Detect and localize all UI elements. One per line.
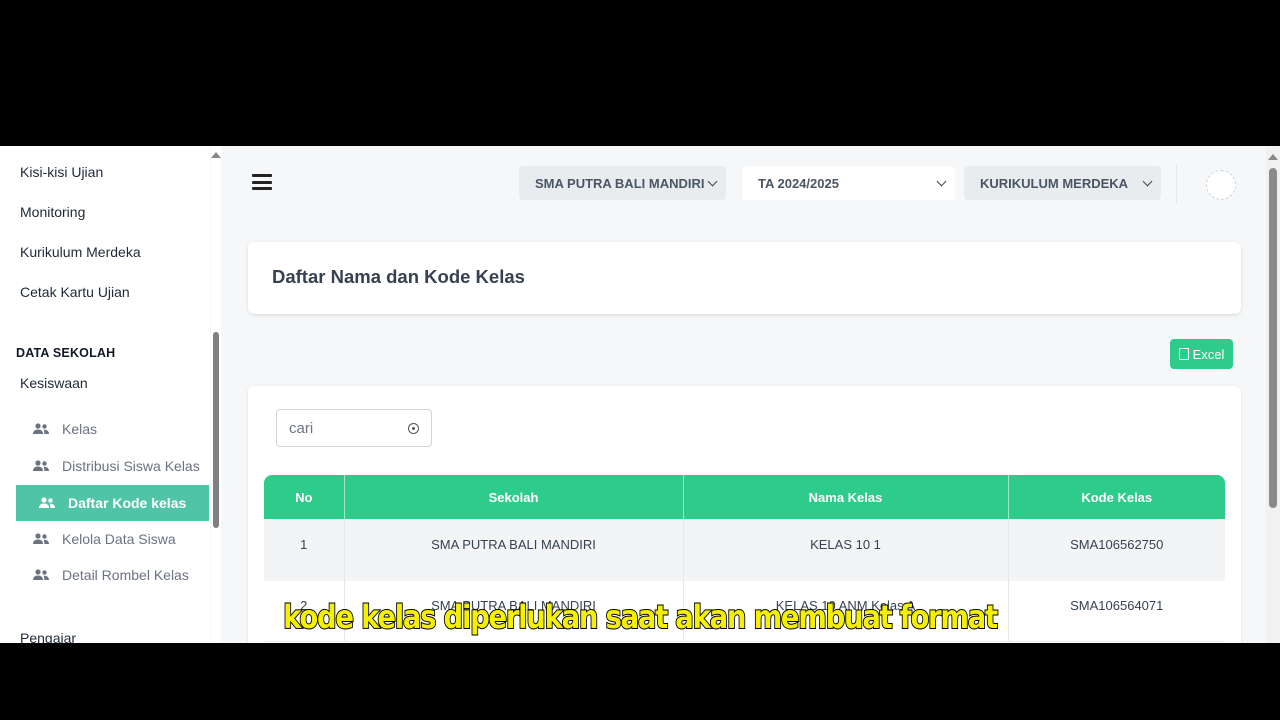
page-scrollbar-thumb[interactable]	[1269, 168, 1277, 508]
column-header-sekolah[interactable]: Sekolah	[344, 475, 684, 519]
curriculum-select[interactable]: KURIKULUM MERDEKA	[964, 166, 1161, 200]
app-screen: Kisi-kisi Ujian Monitoring Kurikulum Mer…	[0, 146, 1280, 643]
chevron-down-icon	[936, 176, 947, 187]
column-header-no[interactable]: No	[264, 475, 345, 519]
hamburger-icon[interactable]	[252, 174, 272, 190]
users-icon	[33, 533, 49, 544]
scroll-up-arrow-icon[interactable]	[211, 152, 221, 158]
cell-kode-kelas: SMA106562750	[1008, 519, 1225, 581]
sidebar-item-pengajar[interactable]: Pengajar	[20, 630, 76, 643]
sidebar-item-detail-rombel-kelas[interactable]: Detail Rombel Kelas	[32, 567, 189, 583]
video-letterbox-bottom	[0, 643, 1280, 720]
sidebar-item-cetak-kartu-ujian[interactable]: Cetak Kartu Ujian	[20, 284, 130, 300]
sidebar-item-label: Kelas	[62, 421, 98, 437]
file-excel-icon	[1178, 348, 1189, 360]
sidebar: Kisi-kisi Ujian Monitoring Kurikulum Mer…	[0, 146, 210, 643]
sidebar-item-kisi-kisi-ujian[interactable]: Kisi-kisi Ujian	[20, 164, 103, 180]
year-select[interactable]: TA 2024/2025	[742, 166, 955, 200]
users-icon	[39, 497, 55, 508]
table-row[interactable]: 1 SMA PUTRA BALI MANDIRI KELAS 10 1 SMA1…	[264, 519, 1225, 581]
sidebar-item-label: Kelola Data Siswa	[62, 531, 176, 547]
curriculum-select-value: KURIKULUM MERDEKA	[980, 175, 1129, 191]
clear-icon[interactable]	[408, 423, 419, 434]
sidebar-item-daftar-kode-kelas[interactable]: Daftar Kode kelas	[16, 485, 209, 521]
users-icon	[33, 423, 49, 434]
sidebar-item-label: Distribusi Siswa Kelas	[62, 458, 200, 474]
sidebar-scrollbar-thumb[interactable]	[213, 332, 219, 528]
year-select-value: TA 2024/2025	[758, 175, 839, 191]
sidebar-item-monitoring[interactable]: Monitoring	[20, 204, 85, 220]
school-select-value: SMA PUTRA BALI MANDIRI	[535, 175, 705, 191]
video-subtitle: kode kelas diperlukan saat akan membuat …	[282, 597, 999, 637]
sidebar-item-kurikulum-merdeka[interactable]: Kurikulum Merdeka	[20, 244, 141, 260]
page-title-card: Daftar Nama dan Kode Kelas	[248, 242, 1241, 314]
cell-nama-kelas: KELAS 10 1	[683, 519, 1009, 581]
sidebar-item-label: Daftar Kode kelas	[68, 495, 187, 511]
video-letterbox-top	[0, 0, 1280, 146]
school-select[interactable]: SMA PUTRA BALI MANDIRI	[519, 166, 726, 200]
cell-sekolah: SMA PUTRA BALI MANDIRI	[344, 519, 684, 581]
sidebar-item-kelola-data-siswa[interactable]: Kelola Data Siswa	[32, 531, 176, 547]
sidebar-item-kelas[interactable]: Kelas	[32, 421, 97, 437]
chevron-down-icon	[707, 176, 718, 187]
column-header-kode-kelas[interactable]: Kode Kelas	[1008, 475, 1225, 519]
table-header-row: No Sekolah Nama Kelas Kode Kelas	[264, 475, 1225, 519]
sidebar-item-label: Detail Rombel Kelas	[62, 567, 189, 583]
sidebar-item-distribusi-siswa-kelas[interactable]: Distribusi Siswa Kelas	[32, 458, 200, 474]
chevron-down-icon	[1142, 176, 1153, 187]
scroll-up-arrow-icon[interactable]	[1268, 154, 1278, 160]
users-icon	[33, 569, 49, 580]
cell-no: 1	[264, 519, 345, 581]
excel-export-button[interactable]: Excel	[1170, 339, 1233, 369]
search-box	[276, 409, 432, 447]
column-header-nama-kelas[interactable]: Nama Kelas	[683, 475, 1009, 519]
avatar[interactable]	[1206, 170, 1236, 200]
search-input[interactable]	[277, 410, 407, 446]
page-title: Daftar Nama dan Kode Kelas	[272, 266, 525, 287]
sidebar-group-kesiswaan[interactable]: Kesiswaan	[20, 375, 88, 391]
topbar-divider	[1176, 164, 1177, 204]
sidebar-section-heading: DATA SEKOLAH	[16, 346, 116, 360]
users-icon	[33, 460, 49, 471]
excel-button-label: Excel	[1192, 346, 1225, 362]
